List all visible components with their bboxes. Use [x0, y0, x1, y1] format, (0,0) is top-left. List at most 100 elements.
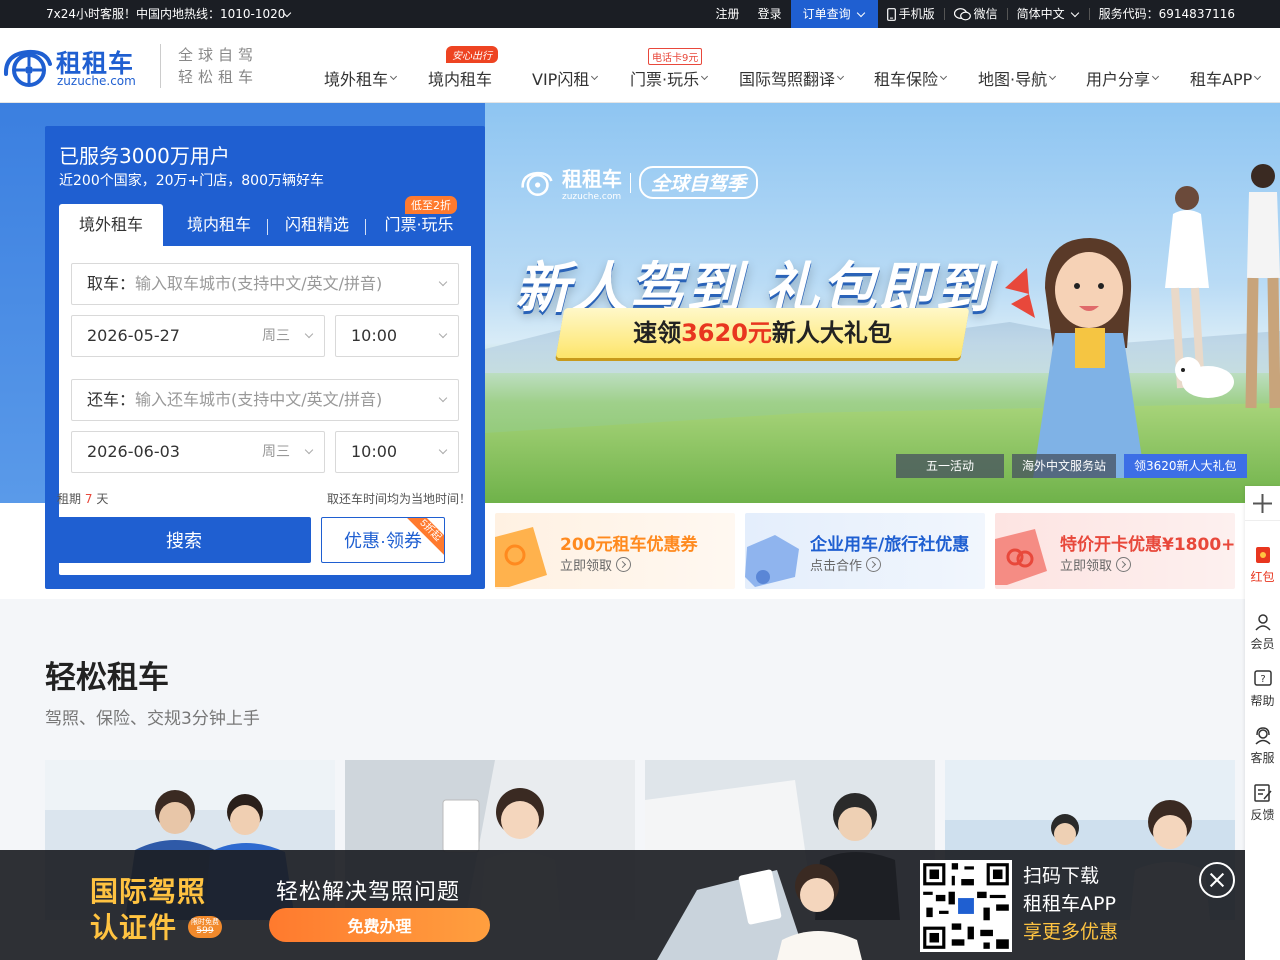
- app-download-banner: 国际驾照 认证件 限时免费 599 轻松解决驾照问题 免费办理 扫码下载 租租车A…: [0, 850, 1245, 960]
- search-button[interactable]: 搜索: [57, 517, 311, 563]
- price-label: 限时免费: [191, 918, 219, 926]
- nav-label: 地图·导航: [978, 70, 1048, 89]
- site-logo[interactable]: 租租车 zuzuche.com: [2, 44, 152, 90]
- promo-sub: 立即领取: [1060, 555, 1132, 574]
- pickup-time-select[interactable]: 10:00: [335, 315, 459, 357]
- panel-title: 已服务3000万用户: [59, 144, 230, 168]
- sidebar-label: 帮助: [1250, 694, 1275, 708]
- right-sidebar: 红包 会员 ? 帮助 客服 反馈: [1245, 486, 1280, 960]
- coupon-button[interactable]: 优惠·领券 5折起: [321, 517, 445, 563]
- sidebar-item-red-packet[interactable]: 红包: [1245, 546, 1280, 585]
- mobile-link[interactable]: 手机版: [878, 0, 944, 28]
- hotline-text: 7x24小时客服！中国内地热线：1010-1020: [46, 7, 286, 21]
- promo-sub-text: 点击合作: [810, 559, 863, 574]
- nav-item-maps[interactable]: 地图·导航: [978, 66, 1057, 90]
- chevron-down-icon: [1049, 72, 1057, 80]
- sidebar-item-support[interactable]: 客服: [1245, 727, 1280, 766]
- login-link[interactable]: 登录: [749, 0, 791, 28]
- wechat-icon: [953, 7, 971, 20]
- svg-text:?: ?: [1260, 674, 1265, 685]
- ribbon-pre: 速领: [633, 319, 682, 347]
- sidebar-item-help[interactable]: ? 帮助: [1245, 670, 1280, 709]
- nav-label: VIP闪租: [532, 70, 590, 89]
- red-packet-icon: [1255, 547, 1270, 563]
- site-header: 租租车 zuzuche.com 全球自驾 轻松租车 境外租车 安心出行 境内租车…: [0, 28, 1280, 103]
- hero-ribbon-text: 速领3620元新人大礼包: [560, 308, 965, 358]
- pickup-city-input[interactable]: 取车：输入取车城市(支持中文/英文/拼音): [71, 263, 459, 305]
- chevron-down-icon: [1254, 72, 1262, 80]
- nav-item-license-translation[interactable]: 国际驾照翻译: [739, 66, 845, 90]
- close-icon[interactable]: [1199, 862, 1235, 898]
- nav-item-vip[interactable]: VIP闪租: [532, 66, 599, 90]
- chevron-down-icon: [438, 445, 448, 455]
- return-time: 10:00: [351, 442, 398, 461]
- order-query-label: 订单查询: [802, 7, 851, 21]
- search-tabs: 境外租车 境内租车 闪租精选 门票·玩乐 低至2折: [59, 196, 471, 246]
- pickup-time: 10:00: [351, 326, 398, 345]
- car-icon: [745, 535, 799, 587]
- dog-illustration: [1175, 357, 1234, 398]
- hero-campaign: 全球自驾季: [639, 166, 759, 199]
- promo-sub-text: 立即领取: [560, 559, 613, 574]
- nav-item-insurance[interactable]: 租车保险: [874, 66, 948, 90]
- tab-flash-rental[interactable]: 闪租精选: [269, 204, 365, 246]
- hero-tab-may-day[interactable]: 五一活动: [896, 454, 1004, 478]
- language-label: 简体中文: [1016, 7, 1065, 21]
- hero-brand-name: 租租车 zuzuche.com: [562, 163, 622, 202]
- promo-enterprise[interactable]: 企业用车/旅行社优惠 点击合作: [745, 513, 985, 589]
- sidebar-label: 红包: [1250, 570, 1275, 584]
- pickup-weekday: 周三: [262, 328, 290, 344]
- period-prefix: 租期: [57, 492, 82, 506]
- hero-tab-newcomer-gift[interactable]: 领3620新人大礼包: [1124, 454, 1247, 478]
- language-selector[interactable]: 简体中文: [1008, 0, 1089, 28]
- discount-badge: 低至2折: [405, 196, 457, 214]
- sidebar-label: 会员: [1250, 637, 1275, 651]
- nav-label: 用户分享: [1086, 70, 1151, 89]
- promo-sub-text: 立即领取: [1060, 559, 1113, 574]
- return-city-input[interactable]: 还车：输入还车城市(支持中文/英文/拼音): [71, 379, 459, 421]
- sidebar-item-feedback[interactable]: 反馈: [1245, 784, 1280, 823]
- arrow-right-circle-icon: [616, 557, 632, 572]
- chevron-down-icon: [591, 72, 599, 80]
- tab-domestic[interactable]: 境内租车: [169, 204, 269, 246]
- register-link[interactable]: 注册: [707, 0, 749, 28]
- return-time-select[interactable]: 10:00: [335, 431, 459, 473]
- free-apply-button[interactable]: 免费办理: [269, 908, 490, 942]
- promo-card[interactable]: 特价开卡优惠¥1800+ 立即领取: [995, 513, 1235, 589]
- download-line: 租租车APP: [1023, 893, 1116, 915]
- hero-tab-service-station[interactable]: 海外中文服务站: [1012, 454, 1117, 478]
- help-icon: ?: [1253, 670, 1272, 686]
- divider: [160, 44, 161, 88]
- sidebar-label: 反馈: [1250, 808, 1275, 822]
- nav-item-domestic-rental[interactable]: 境内租车: [428, 66, 492, 90]
- promo-coupon[interactable]: 200元租车优惠券 立即领取: [495, 513, 735, 589]
- wheel-logo-icon: [3, 49, 52, 87]
- arrow-right-circle-icon: [866, 557, 882, 572]
- return-label: 还车：: [87, 390, 136, 409]
- header-slogan: 全球自驾 轻松租车: [178, 44, 258, 88]
- tab-overseas[interactable]: 境外租车: [59, 204, 163, 246]
- pickup-date-input[interactable]: 2026-05-27 周三: [71, 315, 325, 357]
- period-unit: 天: [96, 492, 109, 506]
- nav-item-user-share[interactable]: 用户分享: [1086, 66, 1160, 90]
- return-date-input[interactable]: 2026-06-03 周三: [71, 431, 325, 473]
- section-subtitle: 驾照、保险、交规3分钟上手: [45, 709, 260, 729]
- nav-item-tickets[interactable]: 门票·玩乐: [630, 66, 709, 90]
- nav-item-overseas-rental[interactable]: 境外租车: [324, 66, 398, 90]
- panel-subtitle: 近200个国家，20万+门店，800万辆好车: [59, 173, 324, 189]
- expand-button[interactable]: [1245, 486, 1280, 521]
- nav-item-app[interactable]: 租车APP: [1190, 66, 1262, 90]
- chevron-down-icon: [1151, 72, 1160, 80]
- sidebar-label: 客服: [1250, 751, 1275, 765]
- sidebar-item-member[interactable]: 会员: [1245, 613, 1280, 652]
- order-query-menu[interactable]: 订单查询: [790, 0, 878, 28]
- hero-brand-text: 租租车: [562, 167, 622, 191]
- divider: [630, 172, 631, 193]
- chevron-down-icon: [304, 329, 314, 339]
- wechat-link[interactable]: 微信: [945, 0, 1007, 28]
- service-code: 服务代码：6914837116: [1098, 7, 1235, 21]
- section-title: 轻松租车: [45, 660, 169, 696]
- arrow-right-circle-icon: [1116, 557, 1132, 572]
- download-text: 扫码下载 租租车APP 享更多优惠: [1023, 862, 1118, 946]
- idp-title: 国际驾照 认证件: [90, 874, 206, 946]
